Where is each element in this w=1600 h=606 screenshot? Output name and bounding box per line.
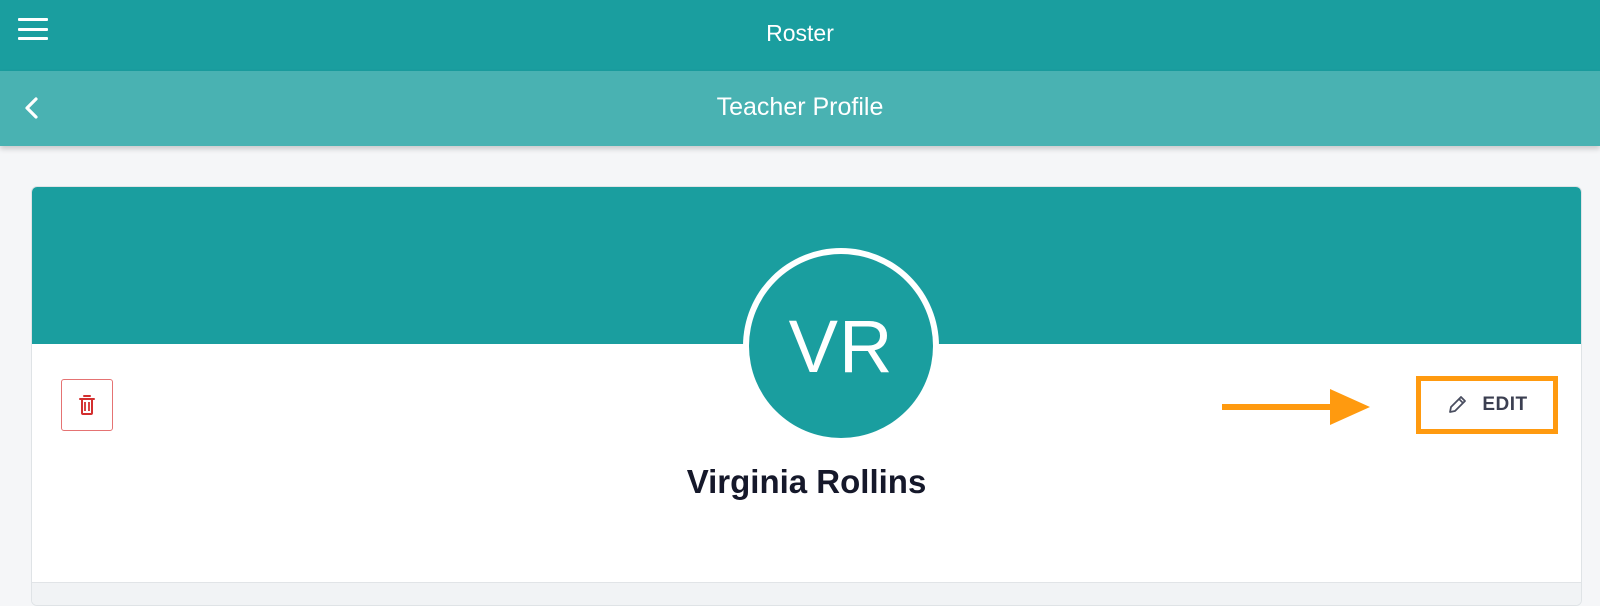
- teacher-name: Virginia Rollins: [686, 463, 927, 500]
- delete-button[interactable]: [61, 379, 113, 431]
- arrow-annotation-icon: [1222, 389, 1370, 425]
- avatar-initials: VR: [749, 254, 933, 438]
- pencil-icon: [1449, 396, 1467, 413]
- avatar: VR: [743, 248, 939, 444]
- trash-icon: [79, 395, 95, 415]
- app-title: Roster: [766, 20, 834, 46]
- page-header: Teacher Profile: [0, 71, 1600, 146]
- edit-label: EDIT: [1482, 394, 1528, 415]
- app-header: Roster: [0, 0, 1600, 71]
- card-footer: [32, 582, 1581, 605]
- edit-highlight-box: EDIT: [1416, 376, 1558, 434]
- page-title: Teacher Profile: [716, 93, 884, 121]
- edit-button[interactable]: EDIT: [1421, 381, 1553, 429]
